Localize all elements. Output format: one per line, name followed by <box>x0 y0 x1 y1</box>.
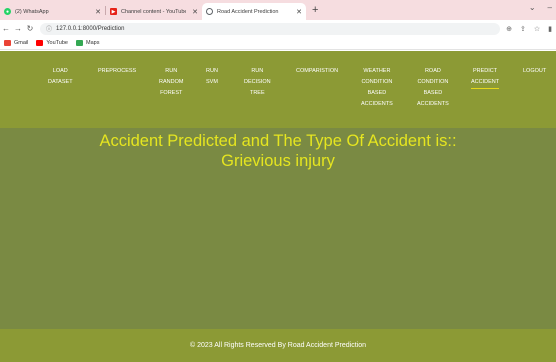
globe-icon <box>206 8 213 15</box>
tab-road-accident-prediction[interactable]: Road Accident Prediction ✕ <box>202 3 306 20</box>
nav-load-dataset[interactable]: LOAD DATASET <box>48 66 73 88</box>
zoom-icon[interactable]: ⊕ <box>506 25 512 33</box>
prediction-result: Accident Predicted and The Type Of Accid… <box>0 131 556 171</box>
nav-weather-condition-accidents[interactable]: WEATHER CONDITION BASED ACCIDENTS <box>361 66 393 110</box>
bookmark-gmail[interactable]: Gmail <box>4 40 28 46</box>
bookmark-star-icon[interactable]: ☆ <box>534 25 540 33</box>
nav-road-condition-accidents[interactable]: ROAD CONDITION BASED ACCIDENTS <box>417 66 449 110</box>
bookmark-label: Maps <box>86 40 100 46</box>
bookmark-maps[interactable]: Maps <box>76 40 99 46</box>
maps-icon <box>76 40 83 46</box>
nav-run-random-forest[interactable]: RUN RANDOM FOREST <box>159 66 183 99</box>
minimize-icon[interactable]: – <box>548 3 552 12</box>
address-bar: ← → ↻ ⓘ 127.0.0.1:8000/Prediction ⊕ ⇪ ☆ … <box>0 20 556 37</box>
whatsapp-icon: ● <box>4 8 11 15</box>
browser-window: ● (2) WhatsApp ✕ ▶ Channel content - You… <box>0 0 556 362</box>
bookmarks-bar: Gmail YouTube Maps <box>0 37 556 50</box>
bookmark-label: YouTube <box>46 40 68 46</box>
nav-run-svm[interactable]: RUN SVM <box>206 66 218 88</box>
url-text: 127.0.0.1:8000/Prediction <box>56 25 125 32</box>
tab-whatsapp[interactable]: ● (2) WhatsApp ✕ <box>0 3 105 20</box>
result-heading: Accident Predicted and The Type Of Accid… <box>99 132 457 150</box>
site-footer: © 2023 All Rights Reserved By Road Accid… <box>0 329 556 362</box>
nav-logout[interactable]: LOGOUT <box>523 66 546 77</box>
active-underline <box>471 88 500 89</box>
result-value: Grievious injury <box>221 152 335 170</box>
youtube-icon <box>36 40 44 46</box>
new-tab-button[interactable]: + <box>312 4 318 16</box>
gmail-icon <box>4 40 11 46</box>
window-controls: ⌄ – <box>529 3 552 12</box>
close-icon[interactable]: ✕ <box>192 8 198 16</box>
nav-predict-accident[interactable]: PREDICT ACCIDENT <box>471 66 500 89</box>
nav-comparistion[interactable]: COMPARISTION <box>296 66 338 77</box>
tab-label: Road Accident Prediction <box>217 8 279 15</box>
chevron-down-icon[interactable]: ⌄ <box>529 3 536 12</box>
nav-run-decision-tree[interactable]: RUN DECISION TREE <box>244 66 271 99</box>
bookmark-youtube[interactable]: YouTube <box>36 40 68 46</box>
sidebar-icon[interactable]: ▮ <box>548 25 552 33</box>
nav-preprocess[interactable]: PREPROCESS <box>98 66 136 77</box>
page-content: LOAD DATASET PREPROCESS RUN RANDOM FORES… <box>0 51 556 362</box>
site-info-icon[interactable]: ⓘ <box>46 24 52 33</box>
url-input[interactable]: ⓘ 127.0.0.1:8000/Prediction <box>40 22 501 35</box>
bookmark-label: Gmail <box>14 40 29 46</box>
tab-label: (2) WhatsApp <box>15 8 49 15</box>
tab-strip: ● (2) WhatsApp ✕ ▶ Channel content - You… <box>0 0 556 20</box>
reload-icon[interactable]: ↻ <box>24 24 36 33</box>
site-navbar: LOAD DATASET PREPROCESS RUN RANDOM FORES… <box>0 51 556 128</box>
close-icon[interactable]: ✕ <box>296 8 302 16</box>
share-icon[interactable]: ⇪ <box>520 25 526 33</box>
back-icon[interactable]: ← <box>0 24 12 33</box>
tab-youtube-studio[interactable]: ▶ Channel content - YouTube Studio ✕ <box>106 3 202 20</box>
close-icon[interactable]: ✕ <box>95 8 101 16</box>
address-bar-actions: ⊕ ⇪ ☆ ▮ <box>506 25 552 33</box>
forward-icon[interactable]: → <box>12 24 24 33</box>
tab-label: Channel content - YouTube Studio <box>121 8 187 15</box>
footer-copyright: © 2023 All Rights Reserved By Road Accid… <box>190 342 366 349</box>
youtube-studio-icon: ▶ <box>110 8 117 15</box>
